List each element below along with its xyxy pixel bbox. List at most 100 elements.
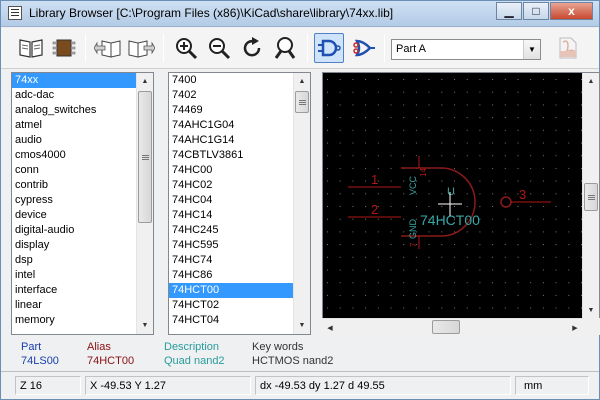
list-item[interactable]: analog_switches — [12, 103, 153, 118]
pin-1-label: 1 — [371, 172, 378, 187]
part-select[interactable]: Part A ▼ — [391, 39, 541, 60]
list-item[interactable]: 74xx — [12, 73, 153, 88]
alias-info: Alias 74HCT00 — [87, 340, 134, 368]
minimize-button[interactable]: ▁ — [496, 2, 522, 20]
list-item[interactable]: adc-dac — [12, 88, 153, 103]
select-library-icon[interactable] — [16, 33, 46, 63]
list-item[interactable]: 74AHC1G04 — [169, 118, 310, 133]
alias-value: 74HCT00 — [87, 355, 135, 367]
scroll-left-icon[interactable]: ◀ — [322, 319, 338, 336]
zoom-out-icon[interactable] — [204, 33, 234, 63]
keywords-label: Key words — [252, 341, 304, 353]
scroll-down-icon[interactable]: ▼ — [137, 317, 153, 334]
list-item[interactable]: 74CBTLV3861 — [169, 148, 310, 163]
datasheet-pdf-icon[interactable] — [553, 33, 583, 63]
list-item[interactable]: 74HC00 — [169, 163, 310, 178]
next-part-icon[interactable] — [126, 33, 156, 63]
description-label: Description — [164, 341, 220, 353]
list-item[interactable]: 74HC245 — [169, 223, 310, 238]
list-item[interactable]: device — [12, 208, 153, 223]
relative-coordinates: dx -49.53 dy 1.27 d 49.55 — [255, 376, 511, 395]
list-item[interactable]: 74HC02 — [169, 178, 310, 193]
redraw-icon[interactable] — [237, 33, 267, 63]
toolbar-separator — [163, 34, 164, 62]
toolbar-separator — [307, 34, 308, 62]
maximize-button[interactable]: □ — [523, 2, 549, 20]
list-item[interactable]: 7400 — [169, 73, 310, 88]
list-item[interactable]: 74HC595 — [169, 238, 310, 253]
app-icon[interactable] — [8, 6, 22, 20]
part-info: Part 74LS00 — [21, 340, 59, 368]
list-item[interactable]: 74HC74 — [169, 253, 310, 268]
list-item[interactable]: display — [12, 238, 153, 253]
list-item[interactable]: 74HC86 — [169, 268, 310, 283]
list-item[interactable]: 74HCT02 — [169, 298, 310, 313]
library-list[interactable]: 74xx adc-dac analog_switches atmel audio cmos… — [11, 72, 154, 335]
list-item[interactable]: cmos4000 — [12, 148, 153, 163]
title-bar[interactable]: Library Browser [C:\Program Files (x86)\… — [1, 1, 599, 27]
list-item[interactable]: 74AHC1G14 — [169, 133, 310, 148]
list-item[interactable]: 74HC04 — [169, 193, 310, 208]
part-select-value: Part A — [396, 43, 426, 55]
close-button[interactable]: x — [550, 2, 593, 20]
schematic-preview-canvas[interactable]: 1 2 3 VCC 14 GND 7 U 74HCT00 ▲ ▼ — [322, 72, 600, 335]
component-info-panel: Part 74LS00 Alias 74HCT00 Description Qu… — [1, 338, 599, 370]
pin-3-label: 3 — [519, 187, 526, 202]
scroll-thumb[interactable] — [432, 320, 460, 334]
component-items: 7400 7402 74469 74AHC1G04 74AHC1G14 74CBTLV38… — [169, 73, 310, 328]
previous-part-icon[interactable] — [93, 33, 123, 63]
list-item[interactable]: contrib — [12, 178, 153, 193]
description-info: Description Quad nand2 — [164, 340, 225, 368]
list-item[interactable]: 74HCT00 — [169, 283, 310, 298]
list-item[interactable]: linear — [12, 298, 153, 313]
list-item[interactable]: memory — [12, 313, 153, 328]
list-item[interactable]: 74469 — [169, 103, 310, 118]
scroll-thumb[interactable] — [138, 91, 152, 223]
list-item[interactable]: interface — [12, 283, 153, 298]
library-list-scrollbar[interactable]: ▲ ▼ — [136, 73, 153, 334]
component-list-scrollbar[interactable]: ▲ ▼ — [293, 73, 310, 334]
scroll-up-icon[interactable]: ▲ — [294, 73, 310, 90]
description-value: Quad nand2 — [164, 355, 225, 367]
list-item[interactable]: digital-audio — [12, 223, 153, 238]
list-item[interactable]: 7402 — [169, 88, 310, 103]
schematic-drawing: 1 2 3 VCC 14 GND 7 U 74HCT00 — [323, 73, 599, 334]
chevron-down-icon[interactable]: ▼ — [523, 40, 540, 59]
gnd-pin-number: 7 — [409, 242, 418, 247]
list-item[interactable]: 74HCT04 — [169, 313, 310, 328]
window-title: Library Browser [C:\Program Files (x86)\… — [29, 6, 394, 20]
part-value: 74LS00 — [21, 355, 59, 367]
vcc-pin-number: 14 — [419, 168, 428, 177]
list-item[interactable]: intel — [12, 268, 153, 283]
component-list[interactable]: 7400 7402 74469 74AHC1G04 74AHC1G14 74CBTLV38… — [168, 72, 311, 335]
select-part-icon[interactable] — [49, 33, 79, 63]
canvas-horizontal-scrollbar[interactable]: ◀ ▶ — [322, 318, 583, 336]
list-item[interactable]: 74HC14 — [169, 208, 310, 223]
scroll-up-icon[interactable]: ▲ — [137, 73, 153, 90]
zoom-in-icon[interactable] — [171, 33, 201, 63]
scroll-down-icon[interactable]: ▼ — [294, 317, 310, 334]
list-item[interactable]: atmel — [12, 118, 153, 133]
demorgan-normal-icon[interactable] — [314, 33, 344, 63]
scroll-thumb[interactable] — [295, 91, 309, 113]
list-item[interactable]: audio — [12, 133, 153, 148]
keywords-value: HCTMOS nand2 — [252, 355, 334, 367]
absolute-coordinates: X -49.53 Y 1.27 — [85, 376, 251, 395]
list-item[interactable]: conn — [12, 163, 153, 178]
window-controls: ▁ □ x — [495, 2, 593, 20]
scrollbar-corner — [583, 318, 600, 335]
gnd-pin-name: GND — [408, 219, 418, 240]
scroll-down-icon[interactable]: ▼ — [583, 302, 599, 319]
canvas-vertical-scrollbar[interactable]: ▲ ▼ — [582, 73, 599, 319]
zoom-fit-icon[interactable] — [270, 33, 300, 63]
list-item[interactable]: cypress — [12, 193, 153, 208]
scroll-up-icon[interactable]: ▲ — [583, 73, 599, 90]
demorgan-alternate-icon[interactable] — [349, 33, 379, 63]
keywords-info: Key words HCTMOS nand2 — [252, 340, 333, 368]
toolbar: Part A ▼ — [1, 28, 599, 69]
library-browser-window: Library Browser [C:\Program Files (x86)\… — [0, 0, 600, 400]
status-bar: Z 16 X -49.53 Y 1.27 dx -49.53 dy 1.27 d… — [1, 371, 599, 399]
list-item[interactable]: dsp — [12, 253, 153, 268]
scroll-right-icon[interactable]: ▶ — [567, 319, 583, 336]
scroll-thumb[interactable] — [584, 183, 598, 211]
